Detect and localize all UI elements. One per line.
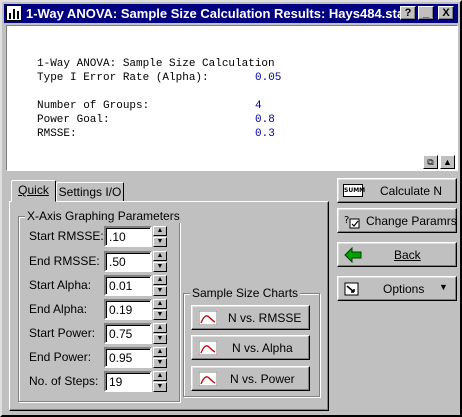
spin-down-icon[interactable]: ▼: [153, 286, 167, 296]
dialog-icon: ?: [344, 215, 360, 229]
close-button[interactable]: X: [438, 6, 454, 20]
no-of-steps-spinner[interactable]: ▲ ▼: [153, 371, 167, 392]
start-power-label: Start Power:: [29, 326, 96, 340]
results-panel[interactable]: 1-Way ANOVA: Sample Size Calculation Typ…: [6, 25, 458, 171]
calculator-icon: SUMM: [343, 184, 365, 197]
line-chart-icon: [199, 311, 217, 325]
spin-down-icon[interactable]: ▼: [153, 310, 167, 320]
result-value-power: 0.8: [255, 114, 275, 126]
scroll-up-button[interactable]: ▲: [440, 155, 455, 169]
end-rmsse-spinner[interactable]: ▲ ▼: [153, 251, 167, 272]
start-power-spinner[interactable]: ▲ ▼: [153, 323, 167, 344]
line-chart-icon: [199, 372, 217, 386]
end-alpha-spinner[interactable]: ▲ ▼: [153, 299, 167, 320]
title-bar[interactable]: 1-Way ANOVA: Sample Size Calculation Res…: [4, 4, 458, 23]
result-label-power: Power Goal:: [37, 114, 110, 126]
options-button[interactable]: Options ▼: [337, 276, 457, 301]
result-label-alpha: Type I Error Rate (Alpha):: [37, 72, 209, 84]
x-axis-params-title: X-Axis Graphing Parameters: [25, 209, 182, 223]
start-rmsse-label: Start RMSSE:: [29, 229, 104, 243]
line-chart-icon: [199, 341, 217, 355]
copy-results-button[interactable]: ⧉: [423, 155, 438, 169]
start-alpha-spinner[interactable]: ▲ ▼: [153, 275, 167, 296]
tab-quick[interactable]: Quick: [11, 180, 56, 202]
dropdown-arrow-icon: ▼: [439, 282, 448, 292]
n-vs-rmsse-button[interactable]: N vs. RMSSE: [191, 305, 310, 330]
end-power-spinner[interactable]: ▲ ▼: [153, 347, 167, 368]
spin-up-icon[interactable]: ▲: [153, 323, 167, 333]
window-title: 1-Way ANOVA: Sample Size Calculation Res…: [26, 6, 405, 21]
spin-up-icon[interactable]: ▲: [153, 275, 167, 285]
dialog-window: 1-Way ANOVA: Sample Size Calculation Res…: [0, 0, 462, 417]
result-value-groups: 4: [255, 100, 262, 112]
n-vs-alpha-button[interactable]: N vs. Alpha: [191, 335, 310, 360]
start-alpha-label: Start Alpha:: [29, 278, 92, 292]
calculate-n-button[interactable]: SUMM Calculate N: [337, 178, 457, 203]
start-rmsse-spinner[interactable]: ▲ ▼: [153, 226, 167, 247]
spin-down-icon[interactable]: ▼: [153, 358, 167, 368]
spin-up-icon[interactable]: ▲: [153, 251, 167, 261]
results-heading: 1-Way ANOVA: Sample Size Calculation: [37, 58, 275, 70]
spin-down-icon[interactable]: ▼: [153, 262, 167, 272]
spin-down-icon[interactable]: ▼: [153, 237, 167, 247]
sample-size-charts-title: Sample Size Charts: [190, 286, 301, 300]
svg-text:?: ?: [344, 215, 349, 226]
spin-up-icon[interactable]: ▲: [153, 371, 167, 381]
result-value-rmsse: 0.3: [255, 128, 275, 140]
change-params-button[interactable]: ? Change Paramrs: [337, 208, 457, 233]
end-power-input[interactable]: 0.95: [104, 347, 152, 368]
start-alpha-input[interactable]: 0.01: [104, 275, 152, 296]
back-arrow-icon: [344, 247, 362, 263]
result-label-rmsse: RMSSE:: [37, 128, 77, 140]
result-label-groups: Number of Groups:: [37, 100, 150, 112]
arrow-up-icon: ▲: [443, 157, 452, 167]
options-icon: [344, 282, 359, 296]
start-power-input[interactable]: 0.75: [104, 323, 152, 344]
spin-up-icon[interactable]: ▲: [153, 226, 167, 236]
app-icon[interactable]: [6, 5, 22, 21]
spin-down-icon[interactable]: ▼: [153, 382, 167, 392]
quick-tab-panel: X-Axis Graphing Parameters Start RMSSE:.…: [9, 201, 329, 411]
end-rmsse-label: End RMSSE:: [29, 254, 100, 268]
back-button[interactable]: Back: [337, 242, 457, 267]
end-power-label: End Power:: [29, 350, 92, 364]
end-rmsse-input[interactable]: .50: [104, 251, 152, 272]
end-alpha-input[interactable]: 0.19: [104, 299, 152, 320]
no-of-steps-label: No. of Steps:: [29, 374, 99, 388]
tab-settings-io[interactable]: Settings I/O: [56, 182, 124, 201]
help-button[interactable]: ?: [400, 6, 416, 20]
spin-up-icon[interactable]: ▲: [153, 347, 167, 357]
result-value-alpha: 0.05: [255, 72, 282, 84]
n-vs-power-button[interactable]: N vs. Power: [191, 366, 310, 391]
no-of-steps-input[interactable]: 19: [104, 371, 152, 392]
start-rmsse-input[interactable]: .10: [104, 226, 152, 247]
end-alpha-label: End Alpha:: [29, 302, 88, 316]
spin-down-icon[interactable]: ▼: [153, 334, 167, 344]
copy-icon: ⧉: [427, 157, 434, 167]
spin-up-icon[interactable]: ▲: [153, 299, 167, 309]
minimize-button[interactable]: _: [418, 6, 434, 20]
